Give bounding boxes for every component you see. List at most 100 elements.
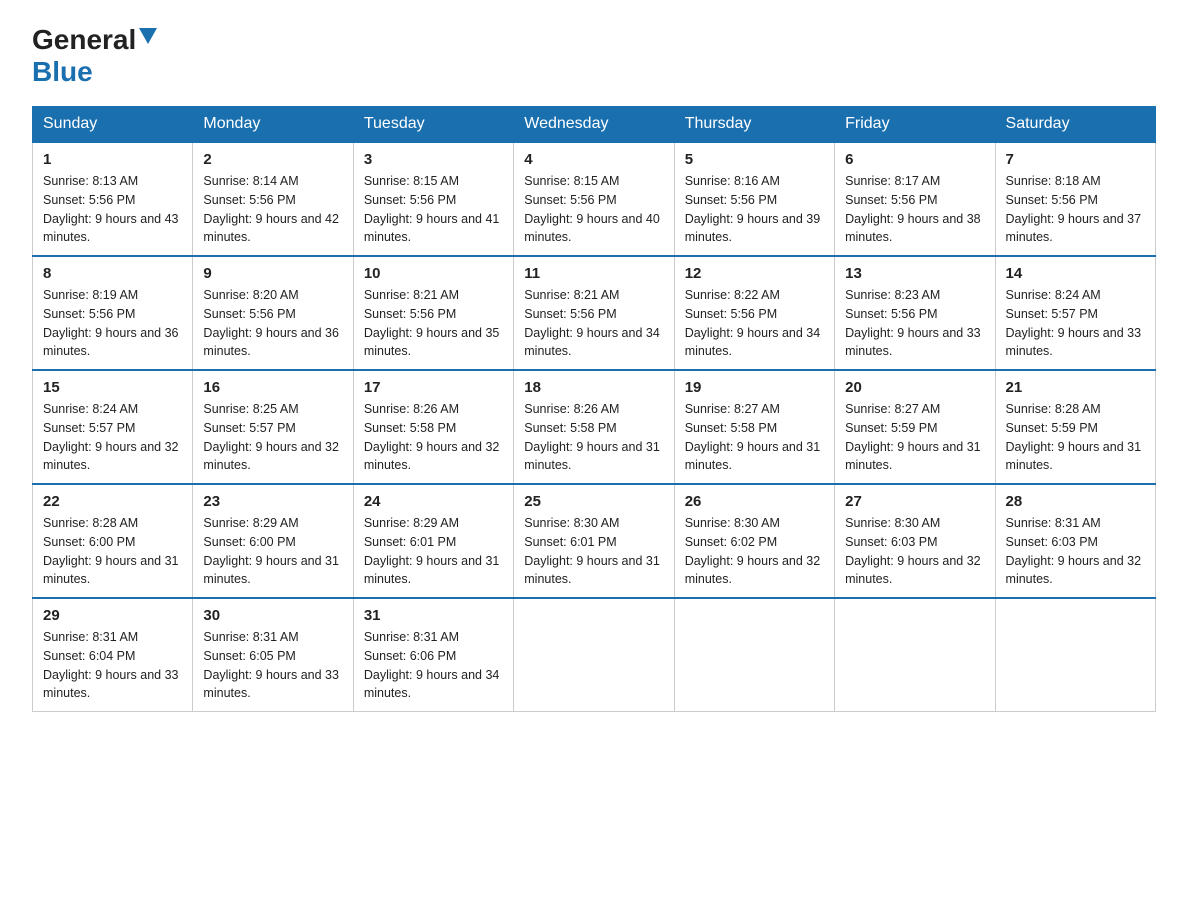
day-number: 10 xyxy=(364,265,503,282)
calendar-cell: 11 Sunrise: 8:21 AMSunset: 5:56 PMDaylig… xyxy=(514,256,674,370)
calendar-body: 1 Sunrise: 8:13 AMSunset: 5:56 PMDayligh… xyxy=(33,142,1156,712)
day-info: Sunrise: 8:27 AMSunset: 5:59 PMDaylight:… xyxy=(845,402,981,472)
calendar-cell: 17 Sunrise: 8:26 AMSunset: 5:58 PMDaylig… xyxy=(353,370,513,484)
weekday-header-friday: Friday xyxy=(835,107,995,143)
calendar-cell: 3 Sunrise: 8:15 AMSunset: 5:56 PMDayligh… xyxy=(353,142,513,256)
day-number: 5 xyxy=(685,151,824,168)
day-number: 19 xyxy=(685,379,824,396)
day-info: Sunrise: 8:15 AMSunset: 5:56 PMDaylight:… xyxy=(524,174,660,244)
calendar-cell: 22 Sunrise: 8:28 AMSunset: 6:00 PMDaylig… xyxy=(33,484,193,598)
day-number: 27 xyxy=(845,493,984,510)
day-number: 6 xyxy=(845,151,984,168)
calendar-cell: 19 Sunrise: 8:27 AMSunset: 5:58 PMDaylig… xyxy=(674,370,834,484)
calendar-cell: 24 Sunrise: 8:29 AMSunset: 6:01 PMDaylig… xyxy=(353,484,513,598)
day-number: 8 xyxy=(43,265,182,282)
day-info: Sunrise: 8:25 AMSunset: 5:57 PMDaylight:… xyxy=(203,402,339,472)
day-info: Sunrise: 8:13 AMSunset: 5:56 PMDaylight:… xyxy=(43,174,179,244)
day-number: 21 xyxy=(1006,379,1145,396)
calendar-cell xyxy=(514,598,674,712)
day-info: Sunrise: 8:26 AMSunset: 5:58 PMDaylight:… xyxy=(524,402,660,472)
day-number: 24 xyxy=(364,493,503,510)
calendar-cell xyxy=(995,598,1155,712)
day-number: 1 xyxy=(43,151,182,168)
day-number: 14 xyxy=(1006,265,1145,282)
calendar-cell: 10 Sunrise: 8:21 AMSunset: 5:56 PMDaylig… xyxy=(353,256,513,370)
weekday-header-tuesday: Tuesday xyxy=(353,107,513,143)
day-info: Sunrise: 8:28 AMSunset: 6:00 PMDaylight:… xyxy=(43,516,179,586)
day-info: Sunrise: 8:31 AMSunset: 6:04 PMDaylight:… xyxy=(43,630,179,700)
calendar-cell: 26 Sunrise: 8:30 AMSunset: 6:02 PMDaylig… xyxy=(674,484,834,598)
day-number: 2 xyxy=(203,151,342,168)
day-number: 15 xyxy=(43,379,182,396)
day-info: Sunrise: 8:17 AMSunset: 5:56 PMDaylight:… xyxy=(845,174,981,244)
day-number: 13 xyxy=(845,265,984,282)
day-info: Sunrise: 8:27 AMSunset: 5:58 PMDaylight:… xyxy=(685,402,821,472)
day-number: 3 xyxy=(364,151,503,168)
day-info: Sunrise: 8:18 AMSunset: 5:56 PMDaylight:… xyxy=(1006,174,1142,244)
day-number: 11 xyxy=(524,265,663,282)
day-number: 28 xyxy=(1006,493,1145,510)
day-info: Sunrise: 8:14 AMSunset: 5:56 PMDaylight:… xyxy=(203,174,339,244)
calendar-cell: 8 Sunrise: 8:19 AMSunset: 5:56 PMDayligh… xyxy=(33,256,193,370)
calendar-cell: 23 Sunrise: 8:29 AMSunset: 6:00 PMDaylig… xyxy=(193,484,353,598)
day-number: 16 xyxy=(203,379,342,396)
calendar-cell: 5 Sunrise: 8:16 AMSunset: 5:56 PMDayligh… xyxy=(674,142,834,256)
calendar-cell: 6 Sunrise: 8:17 AMSunset: 5:56 PMDayligh… xyxy=(835,142,995,256)
day-number: 31 xyxy=(364,607,503,624)
day-info: Sunrise: 8:24 AMSunset: 5:57 PMDaylight:… xyxy=(1006,288,1142,358)
day-number: 25 xyxy=(524,493,663,510)
calendar-cell: 27 Sunrise: 8:30 AMSunset: 6:03 PMDaylig… xyxy=(835,484,995,598)
logo-triangle-icon xyxy=(139,28,157,49)
logo-blue-text: Blue xyxy=(32,56,93,87)
day-number: 26 xyxy=(685,493,824,510)
day-info: Sunrise: 8:16 AMSunset: 5:56 PMDaylight:… xyxy=(685,174,821,244)
calendar-cell: 28 Sunrise: 8:31 AMSunset: 6:03 PMDaylig… xyxy=(995,484,1155,598)
page-header: General Blue xyxy=(32,24,1156,88)
calendar-cell: 2 Sunrise: 8:14 AMSunset: 5:56 PMDayligh… xyxy=(193,142,353,256)
day-number: 12 xyxy=(685,265,824,282)
weekday-header-saturday: Saturday xyxy=(995,107,1155,143)
calendar-week-4: 22 Sunrise: 8:28 AMSunset: 6:00 PMDaylig… xyxy=(33,484,1156,598)
calendar-cell: 31 Sunrise: 8:31 AMSunset: 6:06 PMDaylig… xyxy=(353,598,513,712)
calendar-cell: 14 Sunrise: 8:24 AMSunset: 5:57 PMDaylig… xyxy=(995,256,1155,370)
day-info: Sunrise: 8:28 AMSunset: 5:59 PMDaylight:… xyxy=(1006,402,1142,472)
calendar-cell: 18 Sunrise: 8:26 AMSunset: 5:58 PMDaylig… xyxy=(514,370,674,484)
day-info: Sunrise: 8:30 AMSunset: 6:03 PMDaylight:… xyxy=(845,516,981,586)
calendar-cell: 29 Sunrise: 8:31 AMSunset: 6:04 PMDaylig… xyxy=(33,598,193,712)
day-info: Sunrise: 8:15 AMSunset: 5:56 PMDaylight:… xyxy=(364,174,500,244)
calendar-cell: 1 Sunrise: 8:13 AMSunset: 5:56 PMDayligh… xyxy=(33,142,193,256)
weekday-header-sunday: Sunday xyxy=(33,107,193,143)
day-info: Sunrise: 8:31 AMSunset: 6:06 PMDaylight:… xyxy=(364,630,500,700)
calendar-week-1: 1 Sunrise: 8:13 AMSunset: 5:56 PMDayligh… xyxy=(33,142,1156,256)
day-number: 22 xyxy=(43,493,182,510)
calendar-cell: 4 Sunrise: 8:15 AMSunset: 5:56 PMDayligh… xyxy=(514,142,674,256)
day-info: Sunrise: 8:21 AMSunset: 5:56 PMDaylight:… xyxy=(364,288,500,358)
day-number: 7 xyxy=(1006,151,1145,168)
day-info: Sunrise: 8:26 AMSunset: 5:58 PMDaylight:… xyxy=(364,402,500,472)
calendar-cell: 7 Sunrise: 8:18 AMSunset: 5:56 PMDayligh… xyxy=(995,142,1155,256)
weekday-header-row: SundayMondayTuesdayWednesdayThursdayFrid… xyxy=(33,107,1156,143)
day-info: Sunrise: 8:29 AMSunset: 6:00 PMDaylight:… xyxy=(203,516,339,586)
day-info: Sunrise: 8:22 AMSunset: 5:56 PMDaylight:… xyxy=(685,288,821,358)
day-info: Sunrise: 8:24 AMSunset: 5:57 PMDaylight:… xyxy=(43,402,179,472)
day-info: Sunrise: 8:31 AMSunset: 6:05 PMDaylight:… xyxy=(203,630,339,700)
calendar-week-5: 29 Sunrise: 8:31 AMSunset: 6:04 PMDaylig… xyxy=(33,598,1156,712)
calendar-cell xyxy=(674,598,834,712)
day-number: 4 xyxy=(524,151,663,168)
calendar-week-2: 8 Sunrise: 8:19 AMSunset: 5:56 PMDayligh… xyxy=(33,256,1156,370)
calendar-cell: 20 Sunrise: 8:27 AMSunset: 5:59 PMDaylig… xyxy=(835,370,995,484)
day-number: 30 xyxy=(203,607,342,624)
day-info: Sunrise: 8:19 AMSunset: 5:56 PMDaylight:… xyxy=(43,288,179,358)
calendar-cell: 21 Sunrise: 8:28 AMSunset: 5:59 PMDaylig… xyxy=(995,370,1155,484)
day-info: Sunrise: 8:21 AMSunset: 5:56 PMDaylight:… xyxy=(524,288,660,358)
day-number: 17 xyxy=(364,379,503,396)
day-info: Sunrise: 8:30 AMSunset: 6:01 PMDaylight:… xyxy=(524,516,660,586)
day-info: Sunrise: 8:20 AMSunset: 5:56 PMDaylight:… xyxy=(203,288,339,358)
calendar-week-3: 15 Sunrise: 8:24 AMSunset: 5:57 PMDaylig… xyxy=(33,370,1156,484)
calendar-cell: 25 Sunrise: 8:30 AMSunset: 6:01 PMDaylig… xyxy=(514,484,674,598)
calendar-cell: 9 Sunrise: 8:20 AMSunset: 5:56 PMDayligh… xyxy=(193,256,353,370)
logo-general-text: General xyxy=(32,24,136,56)
day-info: Sunrise: 8:31 AMSunset: 6:03 PMDaylight:… xyxy=(1006,516,1142,586)
calendar-cell xyxy=(835,598,995,712)
logo: General Blue xyxy=(32,24,157,88)
